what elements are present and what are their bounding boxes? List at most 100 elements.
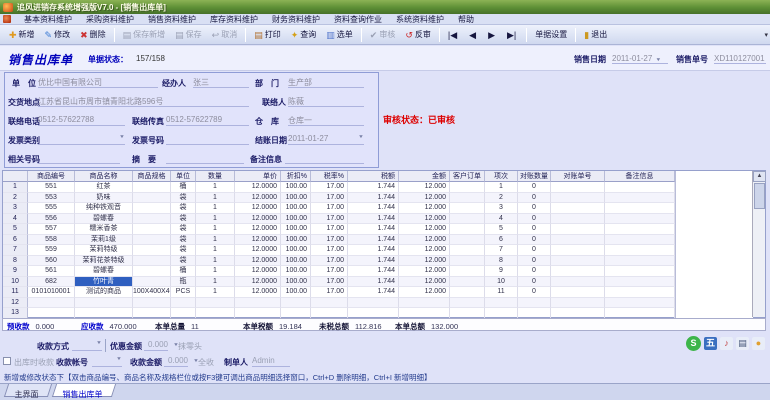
table-row[interactable]: 10 682 竹叶青瓶 1 12.0000 100.00 17.00 1.744 12.000 1… <box>3 276 675 287</box>
cell-customer-order[interactable] <box>450 213 485 224</box>
cell-remark[interactable] <box>605 255 675 266</box>
cell-remark[interactable] <box>605 203 675 214</box>
invoice-type-combobox[interactable]: ▼ <box>38 134 125 145</box>
row-number-cell[interactable]: 5 <box>3 224 28 235</box>
cell-remark[interactable] <box>605 245 675 256</box>
cell-reconcile-no[interactable] <box>551 297 605 308</box>
cell-remark[interactable] <box>605 224 675 235</box>
cell-customer-order[interactable] <box>450 287 485 298</box>
cell-discount[interactable]: 100.00 <box>281 192 311 203</box>
cell-price[interactable]: 12.0000 <box>235 245 281 256</box>
cell-name[interactable]: 红茶 <box>75 182 133 193</box>
cell-qty[interactable]: 数量 <box>196 171 235 182</box>
table-row[interactable]: 7 559 茉莉特级袋 1 12.0000 100.00 17.00 1.744 12.000 7… <box>3 245 675 256</box>
row-number-cell[interactable]: 11 <box>3 287 28 298</box>
table-row[interactable]: 8 560 茉莉花茶特级袋 1 12.0000 100.00 17.00 1.744 12.00… <box>3 255 675 266</box>
cell-reconcile-no[interactable] <box>551 224 605 235</box>
cell-tax[interactable]: 1.744 <box>348 234 399 245</box>
cell-discount[interactable]: 100.00 <box>281 213 311 224</box>
cell-reconcile-qty[interactable]: 对账数量 <box>518 171 551 182</box>
cell-unit[interactable]: 袋 <box>171 234 196 245</box>
cell-tax-rate[interactable]: 17.00 <box>311 287 348 298</box>
table-row[interactable]: 11 0101010001 测试的商品 100X400X40 PCS 1 12.0000 10… <box>3 287 675 298</box>
cell-unit[interactable]: PCS <box>171 287 196 298</box>
cell-reconcile-no[interactable] <box>551 308 605 319</box>
nav-first-button[interactable]: |◀ <box>443 28 464 42</box>
cell-unit[interactable]: 袋 <box>171 255 196 266</box>
row-number-cell[interactable]: 1 <box>3 182 28 193</box>
cell-discount[interactable]: 100.00 <box>281 203 311 214</box>
cell-remark[interactable] <box>605 266 675 277</box>
cell-line-no[interactable] <box>485 308 518 319</box>
cell-tax[interactable]: 1.744 <box>348 287 399 298</box>
cell-reconcile-no[interactable] <box>551 255 605 266</box>
cell-reconcile-qty[interactable]: 0 <box>518 234 551 245</box>
cell-tax[interactable]: 1.744 <box>348 203 399 214</box>
row-number-cell[interactable]: 8 <box>3 255 28 266</box>
cell-customer-order[interactable] <box>450 182 485 193</box>
menu-item-2[interactable]: 销售资料维护 <box>141 14 203 25</box>
new-button[interactable]: ✚ 新增 <box>4 26 40 43</box>
empty-table-row[interactable]: 12 <box>3 297 675 308</box>
cell-tax[interactable]: 税额 <box>348 171 399 182</box>
cell-name[interactable]: 茉莉特级 <box>75 245 133 256</box>
cell-code[interactable]: 555 <box>28 203 75 214</box>
cell-price[interactable]: 12.0000 <box>235 203 281 214</box>
cell-reconcile-qty[interactable]: 0 <box>518 224 551 235</box>
cell-price[interactable] <box>235 308 281 319</box>
cell-code[interactable] <box>28 308 75 319</box>
cell-qty[interactable]: 1 <box>196 224 235 235</box>
cell-tax-rate[interactable] <box>311 308 348 319</box>
row-number-cell[interactable]: 13 <box>3 308 28 319</box>
cell-line-no[interactable] <box>485 297 518 308</box>
cell-unit[interactable]: 单位 <box>171 171 196 182</box>
cell-discount[interactable]: 折扣% <box>281 171 311 182</box>
receipt-amount-field[interactable]: 0.000 <box>164 356 188 367</box>
cell-code[interactable]: 551 <box>28 182 75 193</box>
row-number-cell[interactable]: 7 <box>3 245 28 256</box>
cell-tax-rate[interactable]: 17.00 <box>311 255 348 266</box>
cell-tax-rate[interactable] <box>311 297 348 308</box>
cell-line-no[interactable]: 6 <box>485 234 518 245</box>
warehouse-field[interactable]: 仓库一 <box>288 115 364 126</box>
cell-reconcile-no[interactable] <box>551 287 605 298</box>
cell-spec[interactable] <box>133 276 171 287</box>
cell-line-no[interactable]: 11 <box>485 287 518 298</box>
cell-spec[interactable] <box>133 297 171 308</box>
cell-tax[interactable]: 1.744 <box>348 266 399 277</box>
cell-spec[interactable]: 商品规格 <box>133 171 171 182</box>
remark-field[interactable] <box>285 153 364 164</box>
cell-code[interactable]: 553 <box>28 192 75 203</box>
cell-unit[interactable]: 瓶 <box>171 276 196 287</box>
cell-remark[interactable] <box>605 213 675 224</box>
cell-qty[interactable] <box>196 297 235 308</box>
status-tab-0[interactable]: 主界面 <box>3 384 53 399</box>
empty-table-row[interactable]: 13 <box>3 308 675 319</box>
cell-line-no[interactable]: 2 <box>485 192 518 203</box>
wubi-input-icon[interactable]: 五 <box>704 337 717 350</box>
cell-line-no[interactable]: 8 <box>485 255 518 266</box>
cell-name[interactable]: 奶味 <box>75 192 133 203</box>
row-number-cell[interactable]: 9 <box>3 266 28 277</box>
cell-remark[interactable] <box>605 182 675 193</box>
phone-field[interactable]: 0512-57622788 <box>38 115 125 126</box>
cell-discount[interactable]: 100.00 <box>281 266 311 277</box>
cell-tax-rate[interactable]: 17.00 <box>311 234 348 245</box>
cell-remark[interactable] <box>605 234 675 245</box>
cell-tax[interactable]: 1.744 <box>348 182 399 193</box>
scrollbar-thumb[interactable] <box>754 183 765 209</box>
cell-reconcile-no[interactable] <box>551 266 605 277</box>
nav-last-button[interactable]: ▶| <box>502 28 523 42</box>
cell-code[interactable] <box>28 297 75 308</box>
cell-code[interactable]: 557 <box>28 224 75 235</box>
cell-reconcile-qty[interactable]: 0 <box>518 182 551 193</box>
cell-spec[interactable] <box>133 182 171 193</box>
discount-amount-field[interactable]: 0.000 <box>144 340 168 351</box>
cell-reconcile-qty[interactable]: 0 <box>518 245 551 256</box>
cell-spec[interactable] <box>133 255 171 266</box>
row-number-cell[interactable]: 4 <box>3 213 28 224</box>
cell-customer-order[interactable] <box>450 192 485 203</box>
cell-remark[interactable]: 备注信息 <box>605 171 675 182</box>
dept-field[interactable]: 生产部 <box>288 77 364 88</box>
cell-tax-rate[interactable]: 税率% <box>311 171 348 182</box>
